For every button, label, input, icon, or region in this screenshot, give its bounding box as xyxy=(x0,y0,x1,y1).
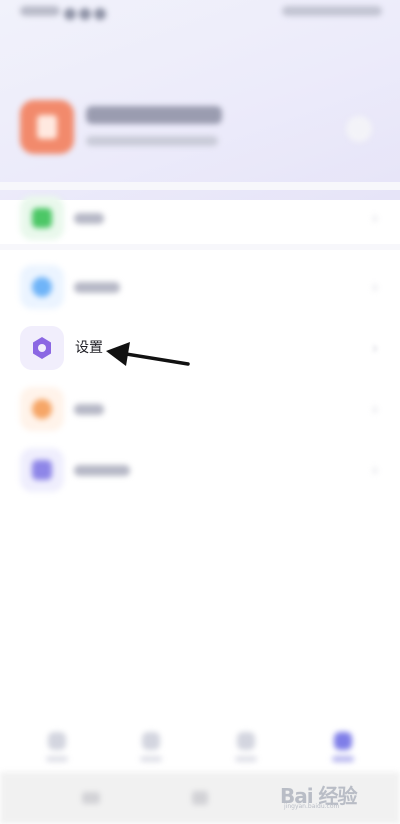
status-time xyxy=(20,6,60,16)
tab-discover[interactable] xyxy=(140,732,162,768)
tab-messages[interactable] xyxy=(235,732,257,768)
profile-arrow-button[interactable] xyxy=(346,116,372,142)
chevron-right-icon: › xyxy=(372,278,378,296)
blue-app-icon xyxy=(32,277,52,297)
green-app-icon xyxy=(32,208,52,228)
sidebar-item-settings[interactable]: 设置 › xyxy=(20,326,380,372)
notification-icons xyxy=(64,5,120,20)
tab-label xyxy=(332,756,354,762)
menu-icon[interactable] xyxy=(82,792,100,804)
arrow-annotation-icon xyxy=(106,342,190,366)
tab-label xyxy=(140,756,162,762)
avatar[interactable] xyxy=(20,100,74,154)
list-item[interactable]: › xyxy=(20,196,380,242)
chevron-right-icon: › xyxy=(372,339,378,357)
row-icon xyxy=(20,265,64,309)
discover-icon xyxy=(142,732,160,750)
list-item[interactable]: › xyxy=(20,448,380,494)
baidu-jingyan-watermark: Bai 经验 jingyan.baidu.com xyxy=(280,776,372,810)
row-label xyxy=(74,213,104,224)
profile-subtitle xyxy=(86,136,218,146)
row-icon xyxy=(20,196,64,240)
home-icon xyxy=(48,732,66,750)
avatar-icon xyxy=(37,115,57,139)
orange-app-icon xyxy=(32,399,52,419)
chevron-right-icon: › xyxy=(372,461,378,479)
purple-app-icon xyxy=(32,460,52,480)
hexagon-icon xyxy=(33,337,51,359)
notification-icon xyxy=(64,8,76,20)
tab-label xyxy=(46,756,68,762)
notification-icon xyxy=(94,8,106,20)
row-icon xyxy=(20,448,64,492)
section-divider xyxy=(0,182,400,190)
profile-icon xyxy=(334,732,352,750)
chevron-right-icon: › xyxy=(372,209,378,227)
home-button-icon[interactable] xyxy=(192,791,208,805)
row-icon xyxy=(20,387,64,431)
settings-icon-tile xyxy=(20,326,64,370)
profile-name xyxy=(86,106,222,124)
row-label xyxy=(74,282,120,293)
list-item[interactable]: › xyxy=(20,387,380,433)
profile-card[interactable] xyxy=(20,100,380,158)
bottom-tab-bar xyxy=(0,720,400,772)
settings-label: 设置 xyxy=(75,340,103,356)
messages-icon xyxy=(237,732,255,750)
list-item[interactable]: › xyxy=(20,265,380,311)
tab-home[interactable] xyxy=(46,732,68,768)
tab-label xyxy=(235,756,257,762)
status-indicators xyxy=(282,6,382,16)
section-divider xyxy=(0,244,400,250)
row-label xyxy=(74,404,104,415)
status-bar xyxy=(0,0,400,26)
watermark-url: jingyan.baidu.com xyxy=(284,803,340,810)
tab-me[interactable] xyxy=(332,732,354,768)
row-label xyxy=(74,465,130,476)
notification-icon xyxy=(79,8,91,20)
chevron-right-icon: › xyxy=(372,400,378,418)
